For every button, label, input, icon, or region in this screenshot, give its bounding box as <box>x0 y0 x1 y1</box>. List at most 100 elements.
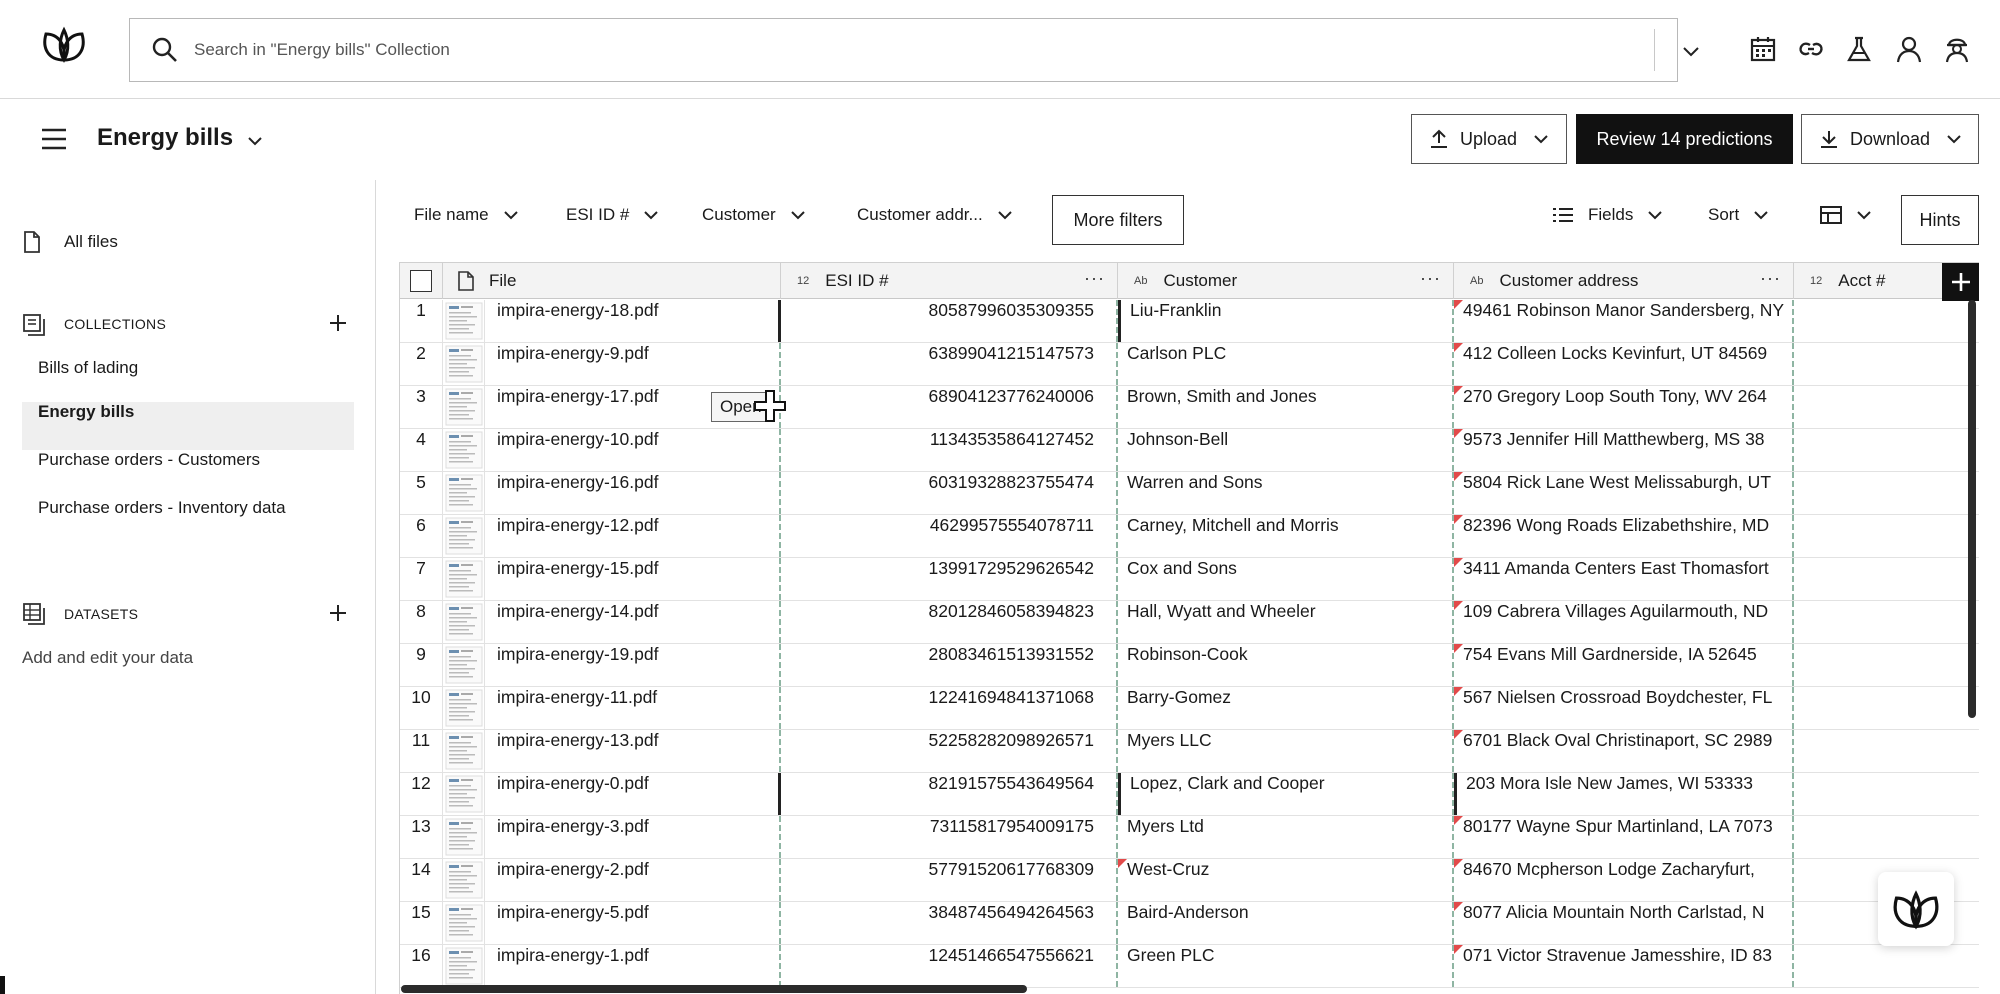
file-name-cell[interactable]: impira-energy-15.pdf <box>485 558 781 600</box>
acct-cell[interactable] <box>1794 644 1979 686</box>
customer-address-cell[interactable]: 567 Nielsen Crossroad Boydchester, FL <box>1454 687 1794 729</box>
customer-cell[interactable]: Carney, Mitchell and Morris <box>1118 515 1454 557</box>
table-row[interactable]: 4 impira-energy-10.pdf 11343535864127452 Jo… <box>400 429 1979 472</box>
view-layout-button[interactable] <box>1820 205 1874 225</box>
calendar-icon[interactable] <box>1748 34 1778 64</box>
acct-cell[interactable] <box>1794 472 1979 514</box>
customer-cell[interactable]: Green PLC <box>1118 945 1454 987</box>
customer-address-cell[interactable]: 80177 Wayne Spur Martinland, LA 7073 <box>1454 816 1794 858</box>
file-name-cell[interactable]: impira-energy-12.pdf <box>485 515 781 557</box>
customer-cell[interactable]: Hall, Wyatt and Wheeler <box>1118 601 1454 643</box>
file-thumbnail[interactable] <box>443 601 485 643</box>
file-thumbnail[interactable] <box>443 730 485 772</box>
column-header-customer-address[interactable]: Ab Customer address ··· <box>1454 263 1794 299</box>
acct-cell[interactable] <box>1794 558 1979 600</box>
customer-cell[interactable]: Lopez, Clark and Cooper <box>1118 773 1454 815</box>
fields-button[interactable]: Fields <box>1552 205 1665 225</box>
customer-address-cell[interactable]: 6701 Black Oval Christinaport, SC 2989 <box>1454 730 1794 772</box>
acct-cell[interactable] <box>1794 601 1979 643</box>
customer-cell[interactable]: Carlson PLC <box>1118 343 1454 385</box>
customer-cell[interactable]: Cox and Sons <box>1118 558 1454 600</box>
file-name-cell[interactable]: impira-energy-1.pdf <box>485 945 781 987</box>
table-row[interactable]: 7 impira-energy-15.pdf 13991729529626542 Co… <box>400 558 1979 601</box>
file-thumbnail[interactable] <box>443 386 485 428</box>
customer-address-cell[interactable]: 203 Mora Isle New James, WI 53333 <box>1454 773 1794 815</box>
sidebar-item-purchase-orders-customers[interactable]: Purchase orders - Customers <box>22 450 354 498</box>
esi-id-cell[interactable]: 52258282098926571 <box>781 730 1118 772</box>
customer-address-cell[interactable]: 49461 Robinson Manor Sandersberg, NY <box>1454 300 1794 342</box>
filter-customer-address[interactable]: Customer addr... <box>857 205 1015 225</box>
acct-cell[interactable] <box>1794 816 1979 858</box>
file-thumbnail[interactable] <box>443 515 485 557</box>
file-name-cell[interactable]: impira-energy-11.pdf <box>485 687 781 729</box>
hints-button[interactable]: Hints <box>1901 195 1979 245</box>
acct-cell[interactable] <box>1794 343 1979 385</box>
column-header-file[interactable]: File <box>443 263 781 299</box>
customer-address-cell[interactable]: 5804 Rick Lane West Melissaburgh, UT <box>1454 472 1794 514</box>
customer-address-cell[interactable]: 754 Evans Mill Gardnerside, IA 52645 <box>1454 644 1794 686</box>
file-thumbnail[interactable] <box>443 644 485 686</box>
esi-id-cell[interactable]: 57791520617768309 <box>781 859 1118 901</box>
sidebar-item-energy-bills[interactable]: Energy bills <box>22 402 354 450</box>
header-select-all[interactable] <box>400 263 443 299</box>
filter-customer[interactable]: Customer <box>702 205 808 225</box>
column-header-customer[interactable]: Ab Customer ··· <box>1118 263 1454 299</box>
esi-id-cell[interactable]: 13991729529626542 <box>781 558 1118 600</box>
customer-address-cell[interactable]: 82396 Wong Roads Elizabethshire, MD <box>1454 515 1794 557</box>
esi-id-cell[interactable]: 73115817954009175 <box>781 816 1118 858</box>
table-row[interactable]: 3 impira-energy-17.pdf 68904123776240006 Br… <box>400 386 1979 429</box>
customer-address-cell[interactable]: 84670 Mcpherson Lodge Zacharyfurt, <box>1454 859 1794 901</box>
file-name-cell[interactable]: impira-energy-16.pdf <box>485 472 781 514</box>
search-bar[interactable] <box>129 18 1699 82</box>
customer-cell[interactable]: Robinson-Cook <box>1118 644 1454 686</box>
acct-cell[interactable] <box>1794 515 1979 557</box>
acct-cell[interactable] <box>1794 386 1979 428</box>
esi-id-cell[interactable]: 28083461513931552 <box>781 644 1118 686</box>
file-name-cell[interactable]: impira-energy-19.pdf <box>485 644 781 686</box>
more-filters-button[interactable]: More filters <box>1052 195 1184 245</box>
file-name-cell[interactable]: impira-energy-9.pdf <box>485 343 781 385</box>
table-row[interactable]: 8 impira-energy-14.pdf 82012846058394823 Ha… <box>400 601 1979 644</box>
esi-id-cell[interactable]: 60319328823755474 <box>781 472 1118 514</box>
file-thumbnail[interactable] <box>443 773 485 815</box>
acct-cell[interactable] <box>1794 773 1979 815</box>
esi-id-cell[interactable]: 11343535864127452 <box>781 429 1118 471</box>
collection-chevron-down-icon[interactable] <box>244 130 266 152</box>
select-all-checkbox[interactable] <box>410 270 432 292</box>
table-row[interactable]: 10 impira-energy-11.pdf 12241694841371068 B… <box>400 687 1979 730</box>
acct-cell[interactable] <box>1794 429 1979 471</box>
file-thumbnail[interactable] <box>443 945 485 987</box>
esi-id-cell[interactable]: 63899041215147573 <box>781 343 1118 385</box>
customer-cell[interactable]: Baird-Anderson <box>1118 902 1454 944</box>
collection-title[interactable]: Energy bills <box>97 124 233 152</box>
esi-id-cell[interactable]: 68904123776240006 <box>781 386 1118 428</box>
link-icon[interactable] <box>1796 34 1826 64</box>
column-header-esi-id[interactable]: 12 ESI ID # ··· <box>781 263 1118 299</box>
customer-address-cell[interactable]: 270 Gregory Loop South Tony, WV 264 <box>1454 386 1794 428</box>
file-thumbnail[interactable] <box>443 859 485 901</box>
file-thumbnail[interactable] <box>443 558 485 600</box>
vertical-scrollbar[interactable] <box>1968 300 1976 718</box>
customer-address-cell[interactable]: 3411 Amanda Centers East Thomasfort <box>1454 558 1794 600</box>
menu-hamburger-icon[interactable] <box>40 127 68 151</box>
sort-button[interactable]: Sort <box>1708 205 1771 225</box>
customer-cell[interactable]: West-Cruz <box>1118 859 1454 901</box>
file-name-cell[interactable]: impira-energy-10.pdf <box>485 429 781 471</box>
add-collection-plus-icon[interactable] <box>329 314 347 332</box>
user-icon[interactable] <box>1894 34 1924 64</box>
file-thumbnail[interactable] <box>443 472 485 514</box>
file-name-cell[interactable]: impira-energy-5.pdf <box>485 902 781 944</box>
sidebar-item-purchase-orders-inventory[interactable]: Purchase orders - Inventory data <box>22 498 354 546</box>
sidebar-item-bills-of-lading[interactable]: Bills of lading <box>22 358 354 406</box>
customer-address-cell[interactable]: 9573 Jennifer Hill Matthewberg, MS 38 <box>1454 429 1794 471</box>
sidebar-item-all-files[interactable]: All files <box>64 232 118 252</box>
help-assistant-button[interactable] <box>1878 872 1954 946</box>
esi-id-cell[interactable]: 82012846058394823 <box>781 601 1118 643</box>
table-row[interactable]: 16 impira-energy-1.pdf 12451466547556621 Gr… <box>400 945 1979 988</box>
acct-cell[interactable] <box>1794 687 1979 729</box>
search-input[interactable] <box>194 33 1674 67</box>
acct-cell[interactable] <box>1794 945 1979 987</box>
file-name-cell[interactable]: impira-energy-14.pdf <box>485 601 781 643</box>
file-thumbnail[interactable] <box>443 687 485 729</box>
horizontal-scrollbar[interactable] <box>401 985 1027 993</box>
